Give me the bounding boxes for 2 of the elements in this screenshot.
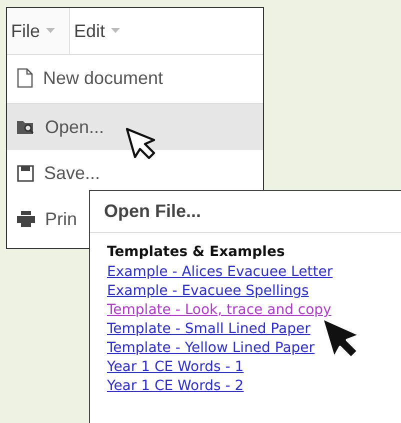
section-heading: Templates & Examples bbox=[107, 243, 285, 262]
dialog-title: Open File... bbox=[90, 191, 401, 233]
